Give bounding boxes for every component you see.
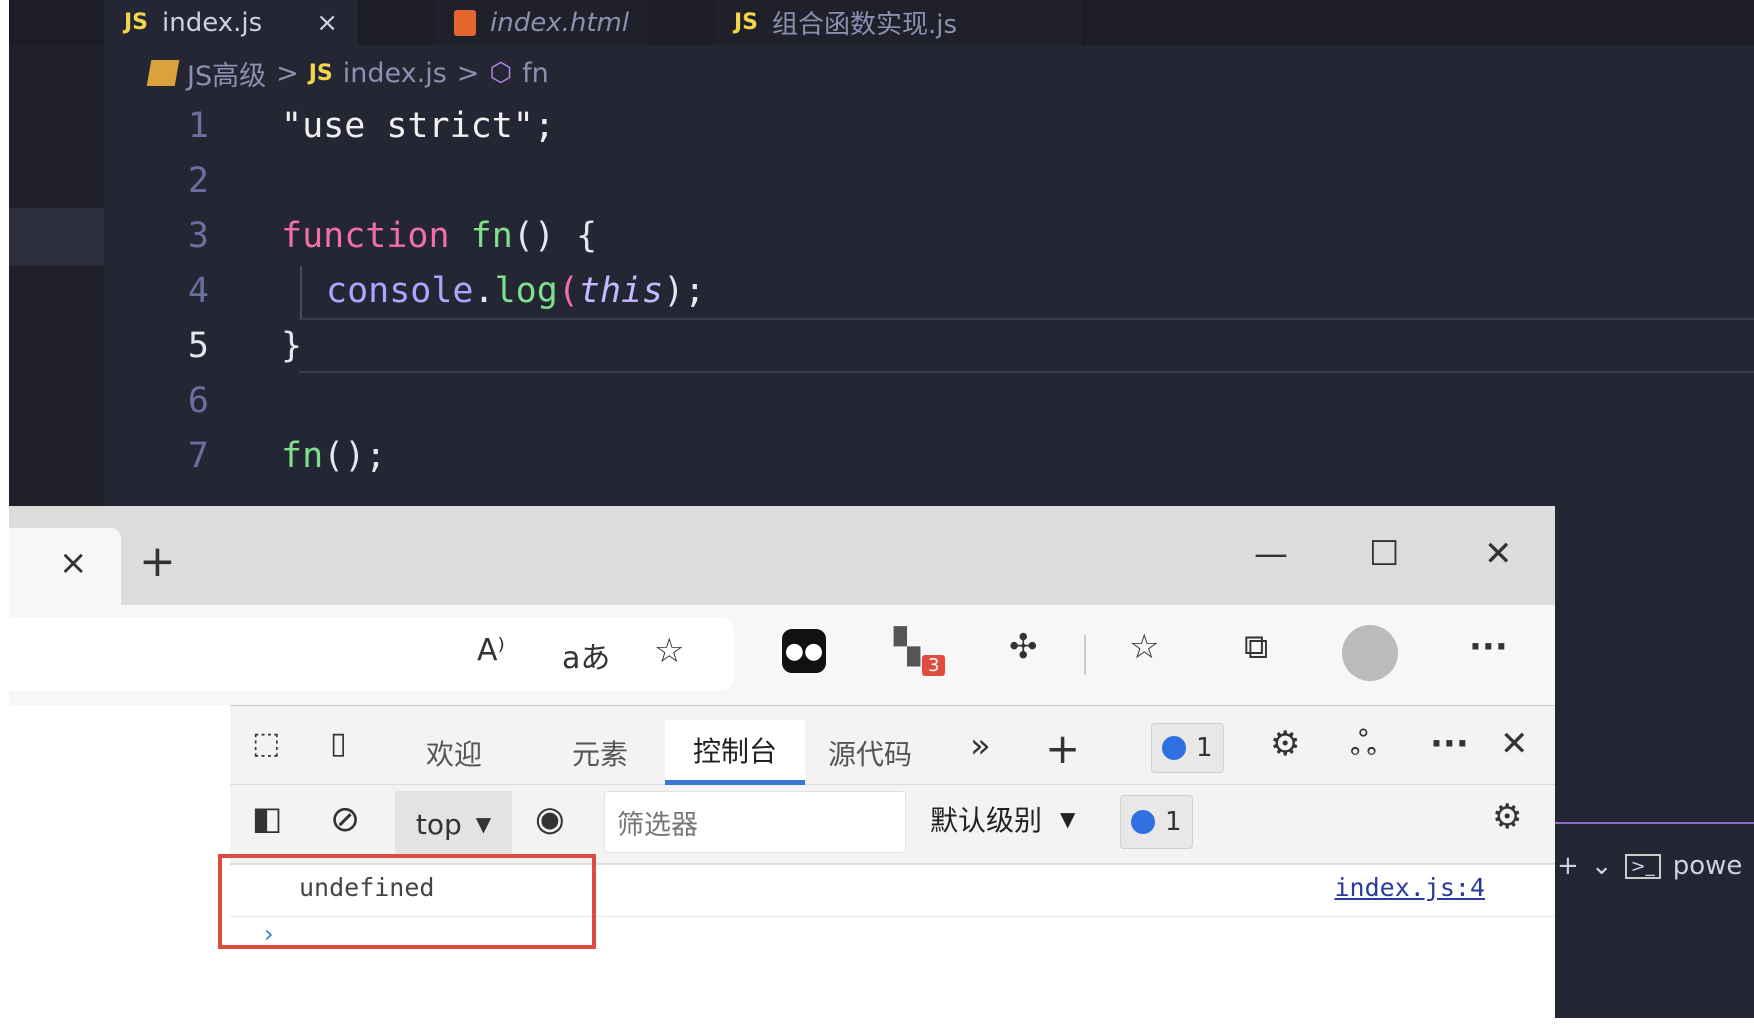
new-terminal-button[interactable]: + xyxy=(1557,851,1579,881)
console-settings-icon[interactable]: ⚙ xyxy=(1492,797,1522,837)
more-icon[interactable]: ··· xyxy=(1430,724,1469,764)
live-expression-eye-icon[interactable]: ◉ xyxy=(535,799,565,839)
message-count-badge[interactable]: 1 xyxy=(1120,795,1193,849)
tab-sources[interactable]: 源代码 xyxy=(828,720,912,785)
breadcrumb-symbol[interactable]: fn xyxy=(522,58,549,89)
issues-badge[interactable]: 1 xyxy=(1151,723,1224,773)
devtools-tab-bar: ⬚ ▯ 欢迎 元素 控制台 源代码 » + 1 ⚙ ஃ ··· ✕ xyxy=(230,706,1555,785)
tab-index-js[interactable]: JS index.js × xyxy=(104,0,359,45)
read-aloud-icon[interactable]: A⁾ xyxy=(477,633,505,668)
extensions-puzzle-icon[interactable]: ✣ xyxy=(1009,627,1038,667)
context-select[interactable]: top ▼ xyxy=(395,791,512,857)
dropdown-arrow-icon: ▼ xyxy=(1060,807,1076,831)
tab-label: index.js xyxy=(162,7,263,38)
console-toolbar: ◧ ⊘ top ▼ ◉ 筛选器 默认级别 ▼ 1 ⚙ xyxy=(230,785,1555,865)
code-line[interactable]: 2 xyxy=(9,153,1754,208)
code-line[interactable]: 7 fn(); xyxy=(9,428,1754,483)
notification-badge: 3 xyxy=(922,655,946,676)
close-window-button[interactable]: ✕ xyxy=(1484,534,1513,574)
close-devtools-icon[interactable]: ✕ xyxy=(1500,724,1529,764)
js-file-icon: JS xyxy=(734,10,759,35)
breadcrumb: JS高级 > JS index.js > ⬡ fn xyxy=(146,53,549,93)
add-tool-button[interactable]: + xyxy=(1045,724,1080,773)
breadcrumb-folder[interactable]: JS高级 xyxy=(187,54,266,93)
chevron-down-icon[interactable]: ⌄ xyxy=(1591,851,1613,881)
log-level-select[interactable]: 默认级别 ▼ xyxy=(930,799,1075,839)
chevron-right-icon: > xyxy=(456,57,480,89)
code-line[interactable]: 3 function fn() { xyxy=(9,208,1754,263)
sidebar-toggle-icon[interactable]: ◧ xyxy=(252,799,282,837)
code-editor: JS index.js × index.html JS 组合函数实现.js JS高级 … xyxy=(9,0,1754,506)
js-file-icon: JS xyxy=(308,60,333,86)
maximize-button[interactable]: ☐ xyxy=(1369,534,1399,574)
add-favorite-icon[interactable]: ☆ xyxy=(654,631,684,671)
address-bar[interactable]: A⁾ aあ ☆ xyxy=(9,617,734,691)
tab-index-html[interactable]: index.html xyxy=(434,0,651,45)
clear-console-icon[interactable]: ⊘ xyxy=(330,799,360,840)
minimize-button[interactable]: — xyxy=(1254,534,1288,574)
extension-icon[interactable]: ●● xyxy=(782,629,826,673)
code-line[interactable]: 6 xyxy=(9,373,1754,428)
terminal-label[interactable]: powe xyxy=(1673,851,1743,881)
message-icon xyxy=(1131,810,1155,834)
js-file-icon: JS xyxy=(124,10,149,35)
collections-icon[interactable]: ⧉ xyxy=(1244,627,1268,667)
device-emulation-icon[interactable]: ▯ xyxy=(330,726,347,761)
browser-tab[interactable]: × xyxy=(9,528,121,605)
terminal-panel: + ⌄ >_ powe xyxy=(1555,506,1754,1018)
inspect-icon[interactable]: ⬚ xyxy=(252,726,280,761)
profile-avatar[interactable] xyxy=(1342,625,1398,681)
terminal-icon: >_ xyxy=(1624,853,1661,879)
feedback-icon[interactable]: ஃ xyxy=(1350,724,1377,768)
settings-gear-icon[interactable]: ⚙ xyxy=(1270,724,1300,764)
favorites-icon[interactable]: ☆ xyxy=(1129,627,1159,667)
browser-toolbar: A⁾ aあ ☆ ●● ▚ 3 ✣ ☆ ⧉ ··· xyxy=(9,605,1555,705)
message-icon xyxy=(1162,736,1186,760)
tab-label: index.html xyxy=(490,7,630,38)
code-line[interactable]: 5} xyxy=(9,318,1754,373)
folder-icon xyxy=(146,60,180,86)
tab-elements[interactable]: 元素 xyxy=(572,720,628,785)
filter-input[interactable]: 筛选器 xyxy=(604,791,906,853)
close-icon[interactable]: × xyxy=(316,8,338,38)
close-tab-icon[interactable]: × xyxy=(59,543,88,583)
more-tabs-icon[interactable]: » xyxy=(970,726,991,766)
chevron-right-icon: > xyxy=(276,57,299,89)
more-icon[interactable]: ··· xyxy=(1469,627,1508,667)
tab-label: 组合函数实现.js xyxy=(772,10,958,40)
dropdown-arrow-icon: ▼ xyxy=(475,812,492,836)
source-link[interactable]: index.js:4 xyxy=(1334,873,1485,902)
breadcrumb-file[interactable]: index.js xyxy=(343,58,447,89)
tab-console[interactable]: 控制台 xyxy=(665,720,805,785)
apps-icon[interactable]: ▚ 3 xyxy=(894,627,946,676)
symbol-cube-icon: ⬡ xyxy=(489,58,513,88)
tab-welcome[interactable]: 欢迎 xyxy=(426,720,482,785)
tab-compose-js[interactable]: JS 组合函数实现.js xyxy=(714,0,1084,45)
divider xyxy=(1084,635,1086,675)
highlight-annotation-box xyxy=(218,854,596,949)
browser-tab-strip: × + — ☐ ✕ xyxy=(9,506,1555,605)
code-line[interactable]: 4 console.log(this); xyxy=(9,263,1754,318)
translate-icon[interactable]: aあ xyxy=(562,633,610,677)
new-tab-button[interactable]: + xyxy=(139,536,176,587)
editor-tab-bar: JS index.js × index.html JS 组合函数实现.js xyxy=(9,0,1754,45)
code-line[interactable]: 1 "use strict"; xyxy=(9,98,1754,153)
html-file-icon xyxy=(454,9,476,36)
